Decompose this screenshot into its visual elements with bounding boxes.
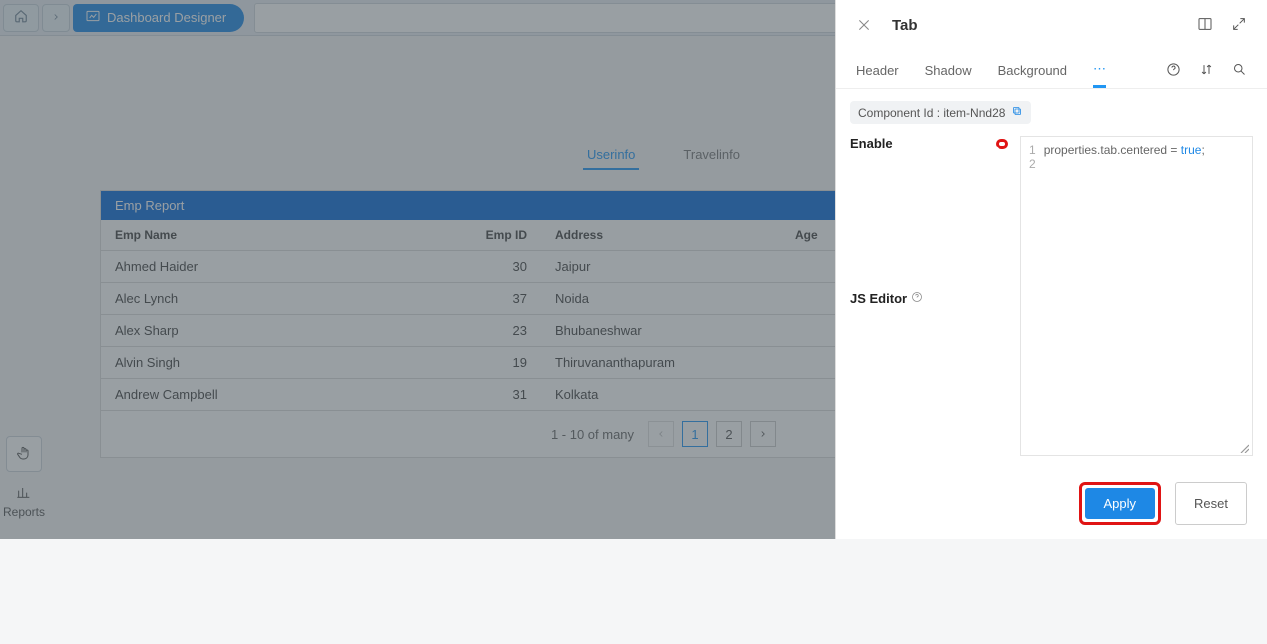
close-icon	[856, 21, 872, 36]
enable-label: Enable	[850, 136, 893, 151]
copy-icon[interactable]	[1005, 105, 1023, 120]
side-panel-tabs: Header Shadow Background ⋯	[836, 47, 1267, 89]
layout-icon[interactable]	[1197, 16, 1213, 35]
help-icon[interactable]	[1166, 62, 1181, 80]
apply-button[interactable]: Apply	[1085, 488, 1156, 519]
expand-icon[interactable]	[1231, 16, 1247, 35]
modal-overlay	[0, 0, 835, 539]
sp-tab-background[interactable]: Background	[998, 55, 1067, 86]
js-editor-label-row: JS Editor	[850, 291, 1008, 306]
sp-tab-more[interactable]: ⋯	[1093, 53, 1106, 88]
js-editor[interactable]: 12 properties.tab.centered = true;	[1020, 136, 1253, 456]
side-panel-body: Enable JS Editor 12 properties.tab.cente…	[836, 124, 1267, 468]
side-panel-footer: Apply Reset	[836, 468, 1267, 539]
component-id-chip: Component Id : item-Nnd28	[836, 89, 1267, 124]
code-gutter: 12	[1029, 143, 1044, 449]
component-id-text: Component Id : item-Nnd28	[858, 106, 1005, 120]
help-small-icon[interactable]	[911, 291, 923, 306]
side-panel-header: Tab	[836, 0, 1267, 47]
highlight-apply-button: Apply	[1079, 482, 1162, 525]
search-icon[interactable]	[1232, 62, 1247, 80]
sort-icon[interactable]	[1199, 62, 1214, 80]
side-panel: Tab Header Shadow Background ⋯ Component…	[835, 0, 1267, 539]
close-panel-button[interactable]	[856, 17, 874, 35]
side-panel-title: Tab	[892, 17, 1197, 34]
highlight-enable-toggle	[996, 139, 1008, 149]
sp-tab-header[interactable]: Header	[856, 55, 899, 86]
js-editor-label: JS Editor	[850, 291, 907, 306]
resize-handle[interactable]	[1239, 442, 1249, 452]
resize-icon	[1239, 442, 1249, 456]
code-text: properties.tab.centered = true;	[1044, 143, 1205, 449]
more-icon: ⋯	[1093, 61, 1106, 76]
reset-button[interactable]: Reset	[1175, 482, 1247, 525]
sp-tab-shadow[interactable]: Shadow	[925, 55, 972, 86]
